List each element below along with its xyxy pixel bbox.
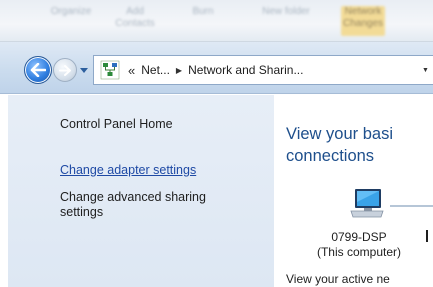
change-advanced-sharing-link[interactable]: Change advanced sharing settings (60, 190, 250, 220)
back-arrow-icon (30, 63, 46, 77)
connection-line (390, 205, 433, 207)
address-bar[interactable]: « Net... ▶ Network and Sharin... ▼ (93, 55, 433, 85)
page-title-line-1: View your basi (286, 125, 394, 143)
computer-icon (350, 189, 384, 218)
network-folder-icon (100, 60, 120, 80)
toolbar-item-add-contacts[interactable]: Add Contacts (110, 6, 160, 36)
toolbar-item-burn[interactable]: Burn (178, 6, 228, 36)
breadcrumb-separator-icon[interactable]: ▶ (176, 66, 182, 75)
truncated-item (426, 230, 428, 242)
page-title: View your basi connections (286, 123, 433, 167)
control-panel-home-link[interactable]: Control Panel Home (60, 117, 173, 132)
forward-button[interactable] (53, 58, 77, 82)
page-title-line-2: connections (286, 147, 375, 165)
toolbar-item-active[interactable]: Network Changes (341, 6, 385, 36)
change-adapter-settings-link[interactable]: Change adapter settings (60, 163, 196, 178)
computer-name: 0799-DSP (331, 230, 387, 244)
forward-arrow-icon (59, 64, 71, 76)
history-dropdown[interactable] (79, 65, 89, 75)
toolbar-strip: Organize Add Contacts Burn New folder Ne… (0, 0, 433, 42)
chevron-down-icon (80, 67, 88, 73)
active-networks-heading: View your active ne (286, 272, 390, 286)
toolbar-item-organize[interactable]: Organize (46, 6, 96, 36)
left-pane: Control Panel Home Change adapter settin… (8, 95, 274, 287)
navigation-bar: « Net... ▶ Network and Sharin... ▼ (0, 42, 433, 94)
breadcrumb-overflow[interactable]: « (128, 63, 135, 78)
main-pane: View your basi connections 0799-DSP (Thi… (274, 95, 433, 287)
computer-label: (This computer) (316, 245, 402, 259)
breadcrumb-item-network-sharing[interactable]: Network and Sharin... (188, 63, 303, 77)
breadcrumb-item-network[interactable]: Net... (141, 63, 170, 77)
address-dropdown-icon[interactable]: ▼ (422, 67, 429, 74)
back-button[interactable] (24, 56, 52, 84)
toolbar-item-new-folder[interactable]: New folder (262, 6, 310, 36)
